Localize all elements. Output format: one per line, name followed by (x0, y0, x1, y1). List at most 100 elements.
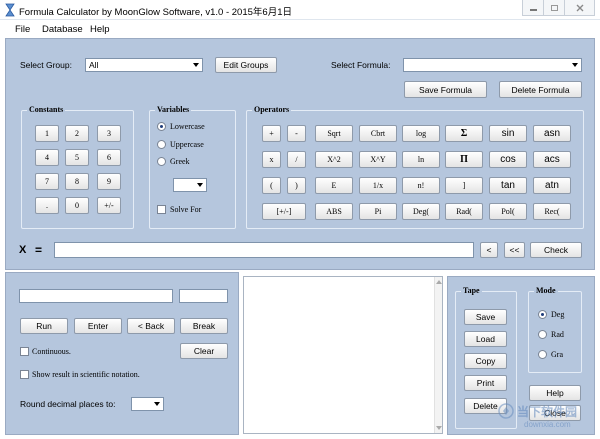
op-pol-button[interactable]: Pol( (489, 203, 527, 220)
select-group-label: Select Group: (20, 60, 72, 70)
result-secondary-input[interactable] (179, 289, 228, 303)
continuous-label: Continuous. (32, 347, 71, 356)
radio-gra[interactable] (538, 350, 547, 359)
scientific-notation-checkbox[interactable] (20, 370, 29, 379)
constant-button[interactable]: 8 (65, 173, 89, 190)
op-close-paren-button[interactable]: ) (287, 177, 306, 194)
op-ln-button[interactable]: ln (402, 151, 440, 168)
op-asn-button[interactable]: asn (533, 125, 571, 142)
help-button[interactable]: Help (529, 385, 581, 401)
op-sqrt-button[interactable]: Sqrt (315, 125, 353, 142)
constant-button[interactable]: 3 (97, 125, 121, 142)
dropdown-arrow-icon (154, 402, 160, 406)
radio-lowercase[interactable] (157, 122, 166, 131)
greek-label: Greek (170, 157, 190, 166)
tape-copy-button[interactable]: Copy (464, 353, 507, 369)
constant-button[interactable]: 6 (97, 149, 121, 166)
variable-select[interactable] (173, 178, 207, 192)
clear-button[interactable]: Clear (180, 343, 228, 359)
break-button[interactable]: Break (180, 318, 228, 334)
radio-greek[interactable] (157, 157, 166, 166)
tape-load-button[interactable]: Load (464, 331, 507, 347)
op-minus-button[interactable]: - (287, 125, 306, 142)
constant-button[interactable]: +/- (97, 197, 121, 214)
enter-button[interactable]: Enter (74, 318, 122, 334)
constant-button[interactable]: 0 (65, 197, 89, 214)
select-formula-label: Select Formula: (331, 60, 391, 70)
radio-deg[interactable] (538, 310, 547, 319)
menu-help[interactable]: Help (90, 24, 110, 35)
op-square-button[interactable]: X^2 (315, 151, 353, 168)
tape-title: Tape (461, 286, 482, 295)
op-abs-button[interactable]: ABS (315, 203, 353, 220)
formula-select[interactable] (403, 58, 582, 72)
title-bar: Formula Calculator by MoonGlow Software,… (0, 0, 600, 20)
op-reciprocal-button[interactable]: 1/x (359, 177, 397, 194)
op-multiply-button[interactable]: x (262, 151, 281, 168)
minimize-button[interactable] (522, 0, 544, 16)
op-divide-button[interactable]: / (287, 151, 306, 168)
save-formula-button[interactable]: Save Formula (404, 81, 487, 98)
uppercase-label: Uppercase (170, 140, 204, 149)
close-window-button[interactable] (565, 0, 595, 16)
op-close-bracket-button[interactable]: ] (445, 177, 483, 194)
constant-button[interactable]: 9 (97, 173, 121, 190)
main-panel: Select Group: All Edit Groups Select For… (5, 38, 595, 270)
constant-button[interactable]: 4 (35, 149, 59, 166)
tape-save-button[interactable]: Save (464, 309, 507, 325)
constant-button[interactable]: 5 (65, 149, 89, 166)
op-plus-button[interactable]: + (262, 125, 281, 142)
group-select[interactable]: All (85, 58, 203, 72)
op-open-paren-button[interactable]: ( (262, 177, 281, 194)
menu-database[interactable]: Database (42, 24, 83, 35)
constant-button[interactable]: 2 (65, 125, 89, 142)
op-exponent-button[interactable]: E (315, 177, 353, 194)
op-cbrt-button[interactable]: Cbrt (359, 125, 397, 142)
variables-group: Variables Lowercase Uppercase Greek Solv… (149, 105, 236, 229)
radio-rad[interactable] (538, 330, 547, 339)
op-product-button[interactable]: Π (445, 151, 483, 168)
continuous-checkbox[interactable] (20, 347, 29, 356)
back-button[interactable]: < Back (127, 318, 175, 334)
variables-title: Variables (155, 105, 192, 114)
op-tan-button[interactable]: tan (489, 177, 527, 194)
constant-button[interactable]: 1 (35, 125, 59, 142)
result-input[interactable] (19, 289, 173, 303)
op-pi-button[interactable]: Pi (359, 203, 397, 220)
radio-uppercase[interactable] (157, 140, 166, 149)
menu-file[interactable]: File (15, 24, 30, 35)
expression-input[interactable] (54, 242, 474, 258)
variable-x-label: X (19, 244, 27, 256)
op-deg-button[interactable]: Deg( (402, 203, 440, 220)
tape-print-button[interactable]: Print (464, 375, 507, 391)
clear-all-back-button[interactable]: << (504, 242, 525, 258)
op-rad-button[interactable]: Rad( (445, 203, 483, 220)
solve-for-checkbox[interactable] (157, 205, 166, 214)
lowercase-label: Lowercase (170, 122, 205, 131)
op-rec-button[interactable]: Rec( (533, 203, 571, 220)
menu-bar: File Database Help (0, 20, 600, 38)
op-cos-button[interactable]: cos (489, 151, 527, 168)
check-button[interactable]: Check (530, 242, 582, 258)
op-log-button[interactable]: log (402, 125, 440, 142)
edit-groups-button[interactable]: Edit Groups (215, 57, 277, 73)
op-negate-button[interactable]: [+/-] (262, 203, 306, 220)
delete-formula-button[interactable]: Delete Formula (499, 81, 582, 98)
op-power-button[interactable]: X^Y (359, 151, 397, 168)
backspace-button[interactable]: < (480, 242, 498, 258)
mode-group: Mode Deg Rad Gra (528, 286, 582, 373)
constant-button[interactable]: 7 (35, 173, 59, 190)
constant-button[interactable]: . (35, 197, 59, 214)
run-button[interactable]: Run (20, 318, 68, 334)
tape-scrollbar[interactable] (434, 277, 442, 433)
tape-list[interactable] (243, 276, 443, 434)
decimal-places-select[interactable] (131, 397, 164, 411)
dropdown-arrow-icon (193, 63, 199, 67)
op-sin-button[interactable]: sin (489, 125, 527, 142)
maximize-button[interactable] (544, 0, 565, 16)
op-sum-button[interactable]: Σ (445, 125, 483, 142)
equals-label: = (35, 243, 43, 257)
op-atn-button[interactable]: atn (533, 177, 571, 194)
op-factorial-button[interactable]: n! (402, 177, 440, 194)
op-acs-button[interactable]: acs (533, 151, 571, 168)
